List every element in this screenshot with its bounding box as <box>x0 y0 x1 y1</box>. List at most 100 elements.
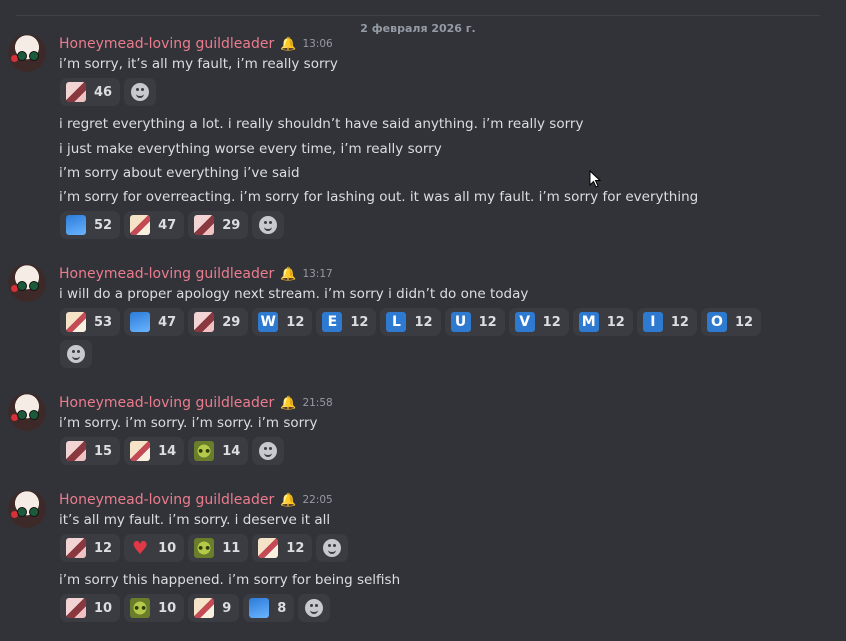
timestamp[interactable]: 13:17 <box>302 268 332 280</box>
blonde-girl-emoji <box>130 215 151 235</box>
add-reaction-button[interactable] <box>298 594 331 622</box>
letter-m-emoji: M <box>578 312 599 332</box>
anime-girl-emoji <box>66 441 86 461</box>
reaction-anime-girl[interactable]: 10 <box>60 594 121 622</box>
message-text: i will do a proper apology next stream. … <box>59 286 529 302</box>
reaction-letter-e[interactable]: E 12 <box>316 308 377 336</box>
add-reaction-button[interactable] <box>60 340 92 368</box>
blonde-girl-emoji <box>194 598 215 618</box>
anime-girl-emoji <box>66 598 86 618</box>
message-text: i’m sorry, it’s all my fault, i’m really… <box>59 56 338 72</box>
reaction-blonde-girl[interactable]: 9 <box>188 594 240 622</box>
reaction-heart[interactable]: ♥ 10 <box>124 534 185 562</box>
reaction-blonde-girl[interactable]: 14 <box>124 437 185 465</box>
add-reaction-button[interactable] <box>252 211 285 239</box>
reaction-letter-v[interactable]: V 12 <box>508 308 569 336</box>
avatar[interactable] <box>8 490 46 528</box>
blue-hair-emoji <box>249 598 270 618</box>
reaction-bar: 10 •• 10 9 8 <box>60 594 331 622</box>
reaction-anime-girl[interactable]: 15 <box>60 437 121 465</box>
reaction-blue-hair[interactable]: 8 <box>243 594 295 622</box>
reaction-frog[interactable]: •• 11 <box>188 534 249 562</box>
blonde-girl-emoji <box>258 538 279 558</box>
reaction-letter-i[interactable]: I 12 <box>636 308 697 336</box>
crown-icon: 🔔 <box>280 266 297 282</box>
anime-girl-emoji <box>66 538 86 558</box>
anime-girl-emoji <box>194 215 215 235</box>
add-reaction-button[interactable] <box>316 534 349 562</box>
letter-v-emoji: V <box>514 312 535 332</box>
smiley-icon <box>67 345 85 363</box>
reaction-frog[interactable]: •• 10 <box>124 594 185 622</box>
date-divider-label: 2 февраля 2026 г. <box>350 22 486 35</box>
avatar[interactable] <box>8 393 46 431</box>
reaction-blue-hair[interactable]: 52 <box>60 211 121 239</box>
reaction-letter-o[interactable]: O 12 <box>700 308 762 336</box>
reaction-bar: 12 ♥ 10 •• 11 12 <box>60 534 349 562</box>
avatar[interactable] <box>8 34 46 72</box>
reaction-anime-girl[interactable]: 29 <box>188 211 249 239</box>
reaction-anime-girl[interactable]: 29 <box>188 308 249 336</box>
date-divider: 2 февраля 2026 г. <box>16 15 820 35</box>
timestamp[interactable]: 21:58 <box>302 397 332 409</box>
reaction-blonde-girl[interactable]: 47 <box>124 211 185 239</box>
frog-emoji: •• <box>194 538 215 558</box>
smiley-icon <box>305 599 324 617</box>
username[interactable]: Honeymead-loving guildleader <box>59 492 274 508</box>
reaction-letter-m[interactable]: M 12 <box>572 308 633 336</box>
reaction-frog[interactable]: •• 14 <box>188 437 249 465</box>
anime-girl-emoji <box>194 312 215 332</box>
frog-emoji: •• <box>130 598 151 618</box>
anime-girl-emoji <box>66 82 86 102</box>
letter-w-emoji: W <box>258 312 279 332</box>
message-header: Honeymead-loving guildleader 🔔 13:17 <box>59 264 333 284</box>
crown-icon: 🔔 <box>280 395 297 411</box>
reaction-bar: 52 47 29 <box>60 211 285 239</box>
letter-i-emoji: I <box>642 312 663 332</box>
add-reaction-button[interactable] <box>124 78 157 106</box>
reaction-bar: 53 47 29 W 12 E 12 L 12 U 12 V 12 M 12 I 12 O 12 <box>60 308 762 336</box>
message-header: Honeymead-loving guildleader 🔔 13:06 <box>59 34 333 54</box>
mouse-cursor-icon <box>589 170 601 188</box>
letter-u-emoji: U <box>450 312 471 332</box>
smiley-icon <box>259 442 278 460</box>
reaction-blonde-girl[interactable]: 12 <box>252 534 313 562</box>
smiley-icon <box>259 216 278 234</box>
message-header: Honeymead-loving guildleader 🔔 22:05 <box>59 490 333 510</box>
message-text: i just make everything worse every time,… <box>59 141 442 157</box>
reaction-bar: 15 14 •• 14 <box>60 437 285 465</box>
reaction-bar: 46 <box>60 78 157 106</box>
add-reaction-button[interactable] <box>252 437 285 465</box>
heart-emoji: ♥ <box>132 537 149 559</box>
reaction-blonde-girl[interactable]: 53 <box>60 308 121 336</box>
letter-o-emoji: O <box>706 312 727 332</box>
blue-hair-emoji <box>130 312 151 332</box>
message-text: it’s all my fault. i’m sorry. i deserve … <box>59 512 331 528</box>
message-header: Honeymead-loving guildleader 🔔 21:58 <box>59 393 333 413</box>
username[interactable]: Honeymead-loving guildleader <box>59 36 274 52</box>
message-text: i’m sorry. i’m sorry. i’m sorry. i’m sor… <box>59 415 318 431</box>
reaction-letter-u[interactable]: U 12 <box>444 308 505 336</box>
crown-icon: 🔔 <box>280 36 297 52</box>
message-text: i’m sorry this happened. i’m sorry for b… <box>59 572 401 588</box>
reaction-bar <box>60 340 92 368</box>
blonde-girl-emoji <box>130 441 151 461</box>
smiley-icon <box>323 539 342 557</box>
reaction-anime-girl[interactable]: 12 <box>60 534 121 562</box>
reaction-anime-girl[interactable]: 46 <box>60 78 121 106</box>
message-text: i’m sorry about everything i’ve said <box>59 165 300 181</box>
avatar[interactable] <box>8 264 46 302</box>
message-text: i’m sorry for overreacting. i’m sorry fo… <box>59 189 699 205</box>
username[interactable]: Honeymead-loving guildleader <box>59 395 274 411</box>
timestamp[interactable]: 13:06 <box>302 38 332 50</box>
message-text: i regret everything a lot. i really shou… <box>59 116 584 132</box>
frog-emoji: •• <box>194 441 215 461</box>
username[interactable]: Honeymead-loving guildleader <box>59 266 274 282</box>
smiley-icon <box>131 83 150 101</box>
reaction-letter-w[interactable]: W 12 <box>252 308 313 336</box>
crown-icon: 🔔 <box>280 492 297 508</box>
timestamp[interactable]: 22:05 <box>302 494 332 506</box>
reaction-blue-hair[interactable]: 47 <box>124 308 185 336</box>
reaction-letter-l[interactable]: L 12 <box>380 308 441 336</box>
letter-l-emoji: L <box>386 312 407 332</box>
